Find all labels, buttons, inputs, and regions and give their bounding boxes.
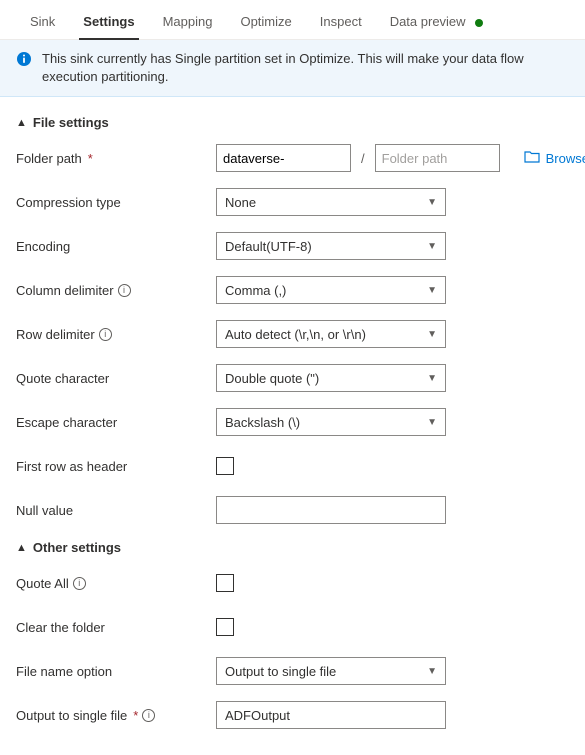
quote-all-checkbox[interactable] — [216, 574, 234, 592]
encoding-value: Default(UTF-8) — [225, 239, 312, 254]
folder-path-input[interactable]: Folder path — [375, 144, 500, 172]
browse-label: Browse — [546, 151, 585, 166]
section-file-settings-label: File settings — [33, 115, 109, 130]
chevron-icon: ▲ — [16, 542, 27, 554]
tab-optimize[interactable]: Optimize — [226, 8, 305, 39]
encoding-select[interactable]: Default(UTF-8) ▼ — [216, 232, 446, 260]
info-icon[interactable]: i — [99, 328, 112, 341]
label-first-row-header: First row as header — [16, 459, 127, 474]
row-delimiter-select[interactable]: Auto detect (\r,\n, or \r\n) ▼ — [216, 320, 446, 348]
tab-settings[interactable]: Settings — [69, 8, 148, 39]
path-separator: / — [357, 151, 369, 166]
label-null-value: Null value — [16, 503, 73, 518]
tab-mapping[interactable]: Mapping — [149, 8, 227, 39]
label-clear-folder: Clear the folder — [16, 620, 105, 635]
label-quote-all: Quote All — [16, 576, 69, 591]
label-row-delimiter: Row delimiter — [16, 327, 95, 342]
folder-icon — [524, 150, 540, 167]
chevron-down-icon: ▼ — [427, 241, 437, 252]
chevron-down-icon: ▼ — [427, 417, 437, 428]
compression-type-value: None — [225, 195, 256, 210]
browse-button[interactable]: Browse — [524, 150, 585, 167]
clear-folder-checkbox[interactable] — [216, 618, 234, 636]
compression-type-select[interactable]: None ▼ — [216, 188, 446, 216]
section-file-settings[interactable]: ▲ File settings — [16, 115, 569, 130]
file-name-option-value: Output to single file — [225, 664, 336, 679]
chevron-down-icon: ▼ — [427, 285, 437, 296]
output-single-file-input[interactable] — [216, 701, 446, 729]
section-other-settings[interactable]: ▲ Other settings — [16, 540, 569, 555]
info-icon[interactable]: i — [118, 284, 131, 297]
chevron-down-icon: ▼ — [427, 197, 437, 208]
label-output-single-file: Output to single file — [16, 708, 127, 723]
chevron-down-icon: ▼ — [427, 329, 437, 340]
folder-container-input[interactable] — [216, 144, 351, 172]
chevron-down-icon: ▼ — [427, 666, 437, 677]
tab-inspect[interactable]: Inspect — [306, 8, 376, 39]
tab-data-preview-label: Data preview — [390, 14, 466, 29]
info-text: This sink currently has Single partition… — [42, 50, 569, 86]
label-compression-type: Compression type — [16, 195, 121, 210]
info-icon[interactable]: i — [142, 709, 155, 722]
required-indicator: * — [88, 151, 93, 166]
info-icon — [16, 51, 32, 72]
label-encoding: Encoding — [16, 239, 70, 254]
escape-character-value: Backslash (\) — [225, 415, 300, 430]
label-column-delimiter: Column delimiter — [16, 283, 114, 298]
column-delimiter-select[interactable]: Comma (,) ▼ — [216, 276, 446, 304]
quote-character-value: Double quote (") — [225, 371, 319, 386]
first-row-header-checkbox[interactable] — [216, 457, 234, 475]
section-other-settings-label: Other settings — [33, 540, 121, 555]
tab-data-preview[interactable]: Data preview — [376, 8, 498, 39]
quote-character-select[interactable]: Double quote (") ▼ — [216, 364, 446, 392]
escape-character-select[interactable]: Backslash (\) ▼ — [216, 408, 446, 436]
row-delimiter-value: Auto detect (\r,\n, or \r\n) — [225, 327, 366, 342]
column-delimiter-value: Comma (,) — [225, 283, 286, 298]
null-value-input[interactable] — [216, 496, 446, 524]
label-folder-path: Folder path — [16, 151, 82, 166]
chevron-icon: ▲ — [16, 117, 27, 129]
chevron-down-icon: ▼ — [427, 373, 437, 384]
info-icon[interactable]: i — [73, 577, 86, 590]
label-escape-character: Escape character — [16, 415, 117, 430]
label-file-name-option: File name option — [16, 664, 112, 679]
tab-sink[interactable]: Sink — [16, 8, 69, 39]
required-indicator: * — [133, 708, 138, 723]
label-quote-character: Quote character — [16, 371, 109, 386]
status-dot-icon — [475, 19, 483, 27]
info-message-bar: This sink currently has Single partition… — [0, 40, 585, 97]
tab-bar: Sink Settings Mapping Optimize Inspect D… — [0, 0, 585, 40]
